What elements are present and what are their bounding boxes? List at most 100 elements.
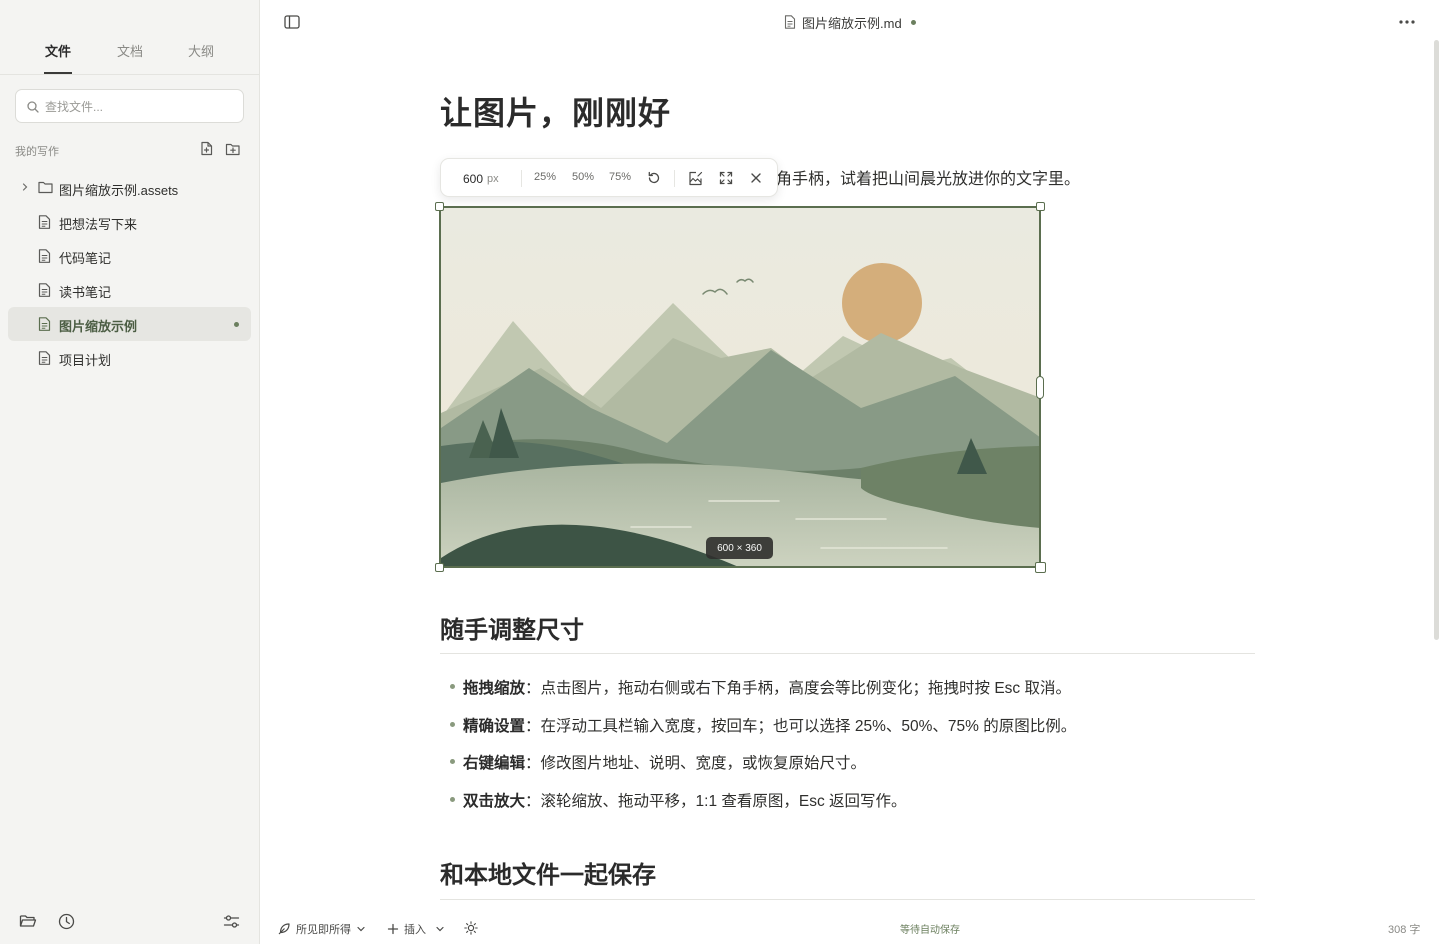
history-icon[interactable] bbox=[57, 912, 75, 930]
image-resize-toolbar: 600 px 25% 50% 75% bbox=[440, 158, 778, 197]
tab-outline[interactable]: 大纲 bbox=[188, 41, 214, 60]
search-icon bbox=[27, 101, 39, 113]
folder-icon bbox=[38, 181, 53, 194]
list-item[interactable]: 右键编辑：修改图片地址、说明、宽度，或恢复原始尺寸。 bbox=[450, 751, 1250, 789]
list-item[interactable]: 拖拽缩放：点击图片，拖动右侧或右下角手柄，高度会等比例变化；拖拽时按 Esc 取… bbox=[450, 676, 1250, 714]
preset-75-button[interactable]: 75% bbox=[609, 171, 631, 183]
sun-icon bbox=[464, 921, 478, 935]
bullet-dot bbox=[450, 684, 455, 689]
selected-image[interactable] bbox=[439, 206, 1041, 568]
document-icon bbox=[38, 283, 51, 297]
mountain-landscape-illustration bbox=[441, 208, 1039, 566]
editor-mode-label: 所见即所得 bbox=[296, 924, 351, 936]
section-actions bbox=[198, 140, 241, 157]
close-toolbar-icon[interactable] bbox=[747, 169, 765, 187]
document-heading: 让图片，刚刚好 bbox=[440, 95, 672, 131]
file-label: 读书笔记 bbox=[59, 285, 112, 300]
file-search bbox=[15, 89, 244, 123]
new-file-icon[interactable] bbox=[198, 140, 215, 157]
new-folder-icon[interactable] bbox=[224, 140, 241, 157]
list-item-text: ：修改图片地址、说明、宽度，或恢复原始尺寸。 bbox=[525, 755, 867, 772]
bullet-dot bbox=[450, 721, 455, 727]
bullet-dot bbox=[450, 759, 455, 764]
width-unit: px bbox=[487, 173, 499, 185]
list-item-term: 双击放大 bbox=[463, 792, 526, 810]
folder-item-assets[interactable]: 图片缩放示例.assets bbox=[8, 171, 251, 205]
toolbar-divider bbox=[674, 170, 675, 187]
status-bar: 所见即所得 插入 等待自动保存 308 字 bbox=[260, 908, 1440, 944]
chevron-down-icon bbox=[436, 926, 444, 932]
insert-label: 插入 bbox=[404, 924, 426, 936]
word-count: 308 字 bbox=[1388, 924, 1421, 936]
file-label: 项目计划 bbox=[59, 353, 112, 368]
file-item[interactable]: 项目计划 bbox=[8, 341, 251, 375]
editor-mode-button[interactable]: 所见即所得 bbox=[277, 921, 366, 937]
width-value[interactable]: 600 bbox=[463, 172, 483, 186]
list-item-term: 拖拽缩放 bbox=[463, 680, 526, 697]
resize-handle-top-right[interactable] bbox=[1036, 202, 1045, 211]
more-options-icon[interactable] bbox=[1397, 12, 1417, 32]
theme-toggle-button[interactable] bbox=[464, 921, 478, 935]
sidebar-tabs: 文件 文档 大纲 bbox=[0, 0, 259, 75]
file-search-input[interactable] bbox=[45, 97, 235, 117]
file-item-active[interactable]: 图片缩放示例 bbox=[8, 307, 251, 341]
edit-image-icon[interactable] bbox=[686, 169, 704, 187]
resize-handle-bottom-right[interactable] bbox=[1035, 562, 1046, 573]
width-input[interactable]: 600 px bbox=[463, 170, 515, 188]
file-label: 把想法写下来 bbox=[59, 217, 138, 232]
section-title: 我的写作 bbox=[15, 146, 59, 158]
file-item[interactable]: 代码笔记 bbox=[8, 239, 251, 273]
file-label: 图片缩放示例 bbox=[59, 319, 138, 334]
active-tab-indicator bbox=[44, 72, 72, 74]
document-icon bbox=[38, 317, 51, 331]
editor-scrollbar[interactable] bbox=[1434, 40, 1439, 640]
reset-size-icon[interactable] bbox=[645, 169, 663, 187]
modified-dot bbox=[234, 322, 239, 327]
resize-handle-bottom-left[interactable] bbox=[435, 563, 444, 572]
toolbar-divider bbox=[521, 170, 522, 187]
image-size-badge: 600 × 360 bbox=[706, 537, 773, 559]
file-tree: 图片缩放示例.assets 把想法写下来 代码笔记 读书笔记 图片缩放示例 项目… bbox=[8, 171, 251, 375]
file-item[interactable]: 把想法写下来 bbox=[8, 205, 251, 239]
file-label: 代码笔记 bbox=[59, 251, 112, 266]
bullet-dot bbox=[450, 796, 455, 802]
tab-files[interactable]: 文件 bbox=[45, 41, 71, 60]
heading-divider bbox=[440, 653, 1255, 654]
document-icon bbox=[38, 215, 51, 229]
unsaved-indicator bbox=[910, 19, 916, 25]
list-item-text: ：滚轮缩放、拖动平移，1:1 查看原图，Esc 返回写作。 bbox=[525, 792, 907, 810]
list-item-text: ：在浮动工具栏输入宽度，按回车；也可以选择 25%、50%、75% 的原图比例。 bbox=[525, 717, 1077, 735]
preset-25-button[interactable]: 25% bbox=[534, 171, 556, 183]
heading-divider bbox=[440, 899, 1255, 900]
list-item-term: 右键编辑 bbox=[463, 755, 526, 772]
chevron-right-icon[interactable] bbox=[20, 182, 30, 192]
resize-handle-top-left[interactable] bbox=[435, 202, 444, 211]
document-title-text: 图片缩放示例.md bbox=[802, 15, 902, 31]
insert-button[interactable]: 插入 bbox=[387, 921, 445, 937]
file-item[interactable]: 读书笔记 bbox=[8, 273, 251, 307]
list-item[interactable]: 双击放大：滚轮缩放、拖动平移，1:1 查看原图，Esc 返回写作。 bbox=[450, 789, 1250, 827]
sidebar-toggle-icon[interactable] bbox=[282, 12, 302, 32]
sidebar: 文件 文档 大纲 我的写作 图片缩放示例.assets 把想法写下来 代码笔记 bbox=[0, 0, 260, 944]
document-title: 图片缩放示例.md bbox=[784, 13, 916, 31]
folder-open-icon[interactable] bbox=[19, 912, 37, 930]
fullscreen-icon[interactable] bbox=[717, 169, 735, 187]
plus-icon bbox=[387, 923, 399, 935]
document-icon bbox=[784, 15, 796, 29]
list-item-text: ：点击图片，拖动右侧或右下角手柄，高度会等比例变化；拖拽时按 Esc 取消。 bbox=[525, 680, 1071, 697]
settings-sliders-icon[interactable] bbox=[222, 912, 240, 930]
list-item[interactable]: 精确设置：在浮动工具栏输入宽度，按回车；也可以选择 25%、50%、75% 的原… bbox=[450, 714, 1250, 752]
feather-pen-icon bbox=[278, 923, 290, 935]
document-icon bbox=[38, 351, 51, 365]
resize-handle-right[interactable] bbox=[1036, 376, 1044, 399]
save-status: 等待自动保存 bbox=[900, 925, 960, 936]
section-heading-resize: 随手调整尺寸 bbox=[440, 617, 584, 644]
intro-paragraph[interactable]: 角手柄，试着把山间晨光放进你的文字里。 bbox=[776, 165, 1440, 189]
chevron-down-icon bbox=[357, 926, 365, 932]
preset-50-button[interactable]: 50% bbox=[572, 171, 594, 183]
section-heading-save: 和本地文件一起保存 bbox=[440, 862, 656, 889]
file-label: 图片缩放示例.assets bbox=[59, 183, 179, 198]
tab-documents[interactable]: 文档 bbox=[117, 41, 143, 60]
document-icon bbox=[38, 249, 51, 263]
feature-list: 拖拽缩放：点击图片，拖动右侧或右下角手柄，高度会等比例变化；拖拽时按 Esc 取… bbox=[450, 676, 1250, 826]
